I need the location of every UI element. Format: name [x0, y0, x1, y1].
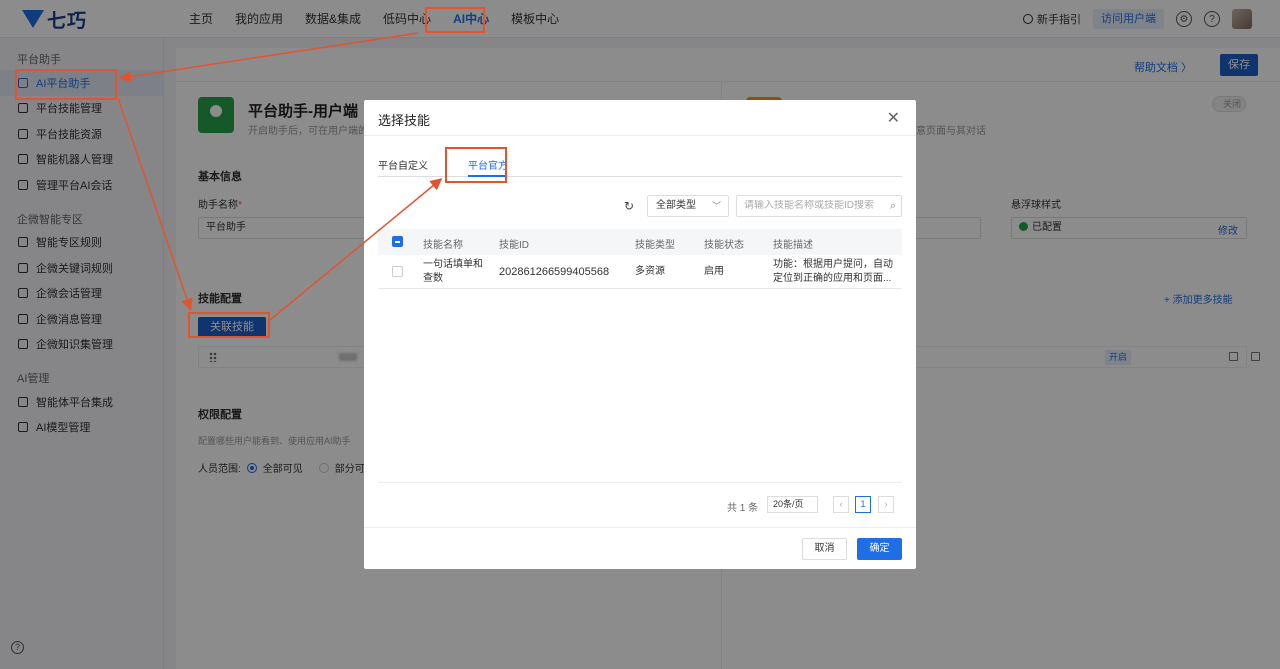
select-all-checkbox[interactable]: [392, 236, 403, 247]
skill-status: 启用: [704, 266, 724, 277]
skill-id: 202861266599405568: [499, 266, 610, 278]
skill-name: 一句话填单和查数: [423, 259, 483, 284]
skill-type: 多资源: [635, 266, 665, 277]
col-skill-name: 技能名称: [423, 240, 463, 251]
tab-platform-custom[interactable]: 平台自定义: [378, 157, 428, 172]
highlight-official-tab: [445, 147, 507, 183]
next-page-icon[interactable]: ›: [878, 496, 894, 513]
type-filter-value: 全部类型: [656, 200, 696, 211]
type-filter-select[interactable]: 全部类型 ﹀: [647, 195, 729, 217]
highlight-link-skill: [188, 312, 270, 338]
confirm-button[interactable]: 确定: [857, 538, 902, 560]
highlight-ai-center: [425, 7, 485, 33]
col-skill-desc: 技能描述: [773, 240, 813, 251]
highlight-ai-assistant: [15, 69, 117, 100]
pager-total: 共 1 条: [727, 503, 759, 514]
divider: [364, 135, 916, 136]
chevron-down-icon: ﹀: [711, 201, 721, 211]
skill-search: ⌕: [736, 195, 902, 217]
dialog-title: 选择技能: [378, 113, 431, 128]
close-icon[interactable]: ✕: [887, 108, 900, 128]
divider: [364, 527, 916, 528]
table-header: 技能名称 技能ID 技能类型 技能状态 技能描述: [378, 229, 902, 255]
col-skill-id: 技能ID: [499, 240, 529, 251]
skill-desc: 功能：根据用户提问，自动定位到正确的应用和页面...: [773, 259, 893, 284]
prev-page-icon[interactable]: ‹: [833, 496, 849, 513]
row-checkbox[interactable]: [392, 266, 403, 277]
search-icon[interactable]: ⌕: [890, 196, 896, 216]
page-number-current[interactable]: 1: [855, 496, 871, 513]
search-input[interactable]: [744, 200, 882, 211]
page-size-select[interactable]: 20条/页: [767, 496, 818, 513]
col-skill-status: 技能状态: [704, 240, 744, 251]
col-skill-type: 技能类型: [635, 240, 675, 251]
table-row[interactable]: 一句话填单和查数 202861266599405568 多资源 启用 功能：根据…: [378, 255, 902, 289]
divider: [378, 482, 902, 483]
cancel-button[interactable]: 取消: [802, 538, 847, 560]
refresh-icon[interactable]: ↻: [624, 199, 634, 213]
skill-table: 技能名称 技能ID 技能类型 技能状态 技能描述 一句话填单和查数 202861…: [378, 229, 902, 289]
